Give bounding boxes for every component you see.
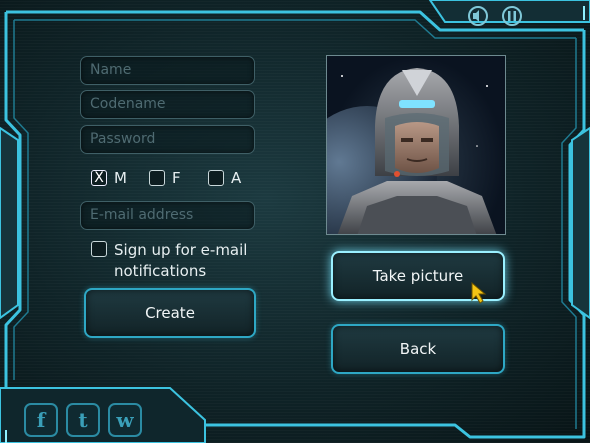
email-field[interactable] bbox=[80, 201, 255, 230]
gender-m-label: M bbox=[114, 169, 127, 187]
gender-f-checkbox[interactable] bbox=[149, 170, 165, 186]
password-field[interactable] bbox=[80, 125, 255, 154]
email-input[interactable] bbox=[90, 202, 254, 229]
twitter-icon[interactable]: t bbox=[66, 403, 100, 437]
gender-m-checkbox[interactable]: X bbox=[91, 170, 107, 186]
newsletter-label-line2: notifications bbox=[114, 262, 207, 280]
sound-icon[interactable] bbox=[468, 6, 488, 26]
gender-f-label: F bbox=[172, 169, 181, 187]
password-input[interactable] bbox=[90, 126, 254, 153]
newsletter-checkbox[interactable] bbox=[91, 241, 107, 257]
create-button[interactable]: Create bbox=[84, 288, 256, 338]
back-button[interactable]: Back bbox=[331, 324, 505, 374]
create-character-screen: X M F A Sign up for e-mail notifications… bbox=[0, 0, 590, 443]
name-input[interactable] bbox=[90, 57, 254, 84]
soldier-portrait-image bbox=[327, 68, 497, 234]
facebook-icon[interactable]: f bbox=[24, 403, 58, 437]
name-field[interactable] bbox=[80, 56, 255, 85]
gender-a-label: A bbox=[231, 169, 242, 187]
w-icon[interactable]: w bbox=[108, 403, 142, 437]
newsletter-label-line1: Sign up for e-mail bbox=[114, 241, 248, 259]
codename-input[interactable] bbox=[90, 91, 254, 118]
gender-a-checkbox[interactable] bbox=[208, 170, 224, 186]
pause-icon[interactable] bbox=[502, 6, 522, 26]
cursor-arrow-icon bbox=[471, 282, 487, 304]
character-portrait bbox=[326, 55, 506, 235]
codename-field[interactable] bbox=[80, 90, 255, 119]
